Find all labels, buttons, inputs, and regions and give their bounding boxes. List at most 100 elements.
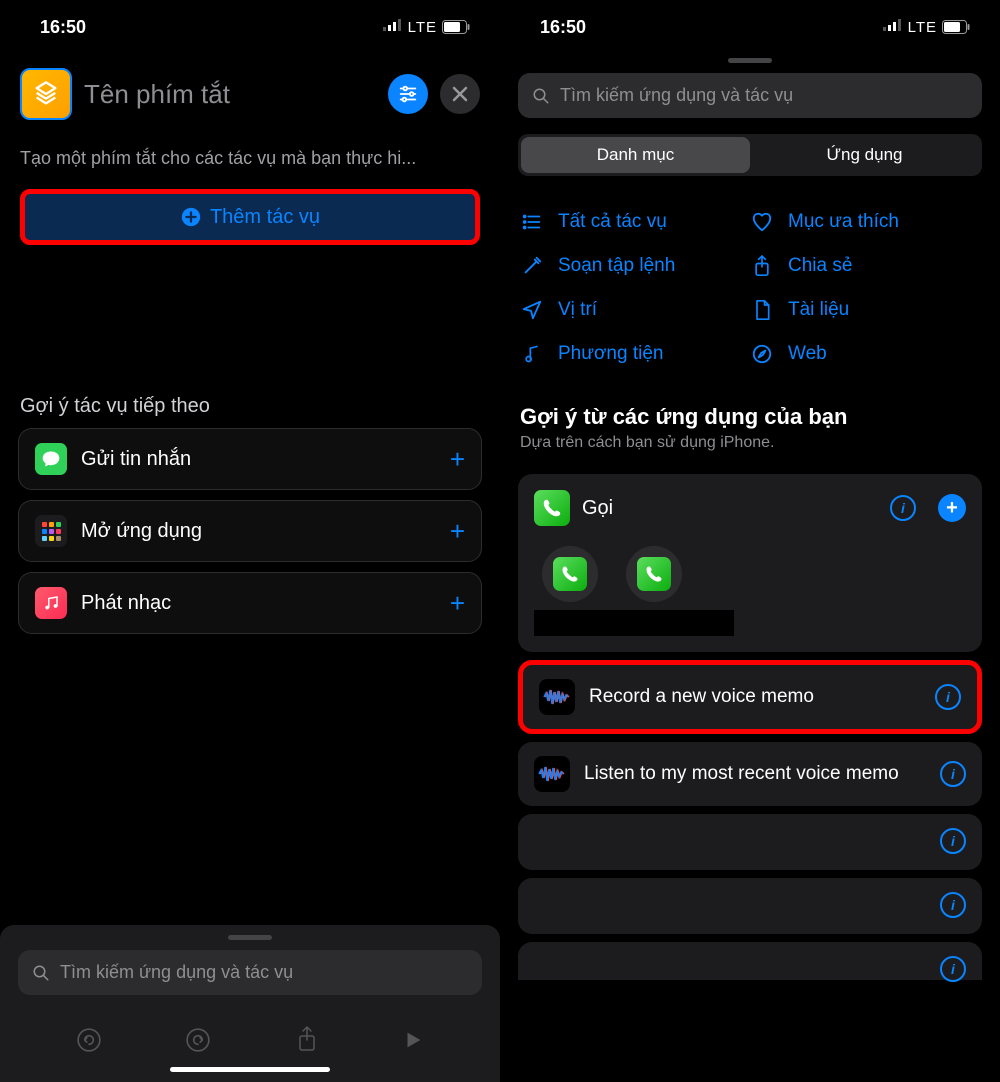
next-actions-title: Gợi ý tác vụ tiếp theo bbox=[0, 395, 500, 418]
call-card-title: Gọi bbox=[582, 497, 878, 520]
info-button[interactable]: i bbox=[935, 684, 961, 710]
contact-bubbles bbox=[534, 526, 966, 602]
close-icon bbox=[452, 86, 468, 102]
phone-app-icon bbox=[534, 490, 570, 526]
list-item[interactable]: i bbox=[518, 878, 982, 934]
suggestion-label: Mở ứng dụng bbox=[81, 520, 436, 543]
voice-memo-listen[interactable]: Listen to my most recent voice memo i bbox=[518, 742, 982, 806]
info-button[interactable]: i bbox=[940, 761, 966, 787]
suggestion-open-app[interactable]: Mở ứng dụng + bbox=[18, 500, 482, 562]
add-icon[interactable]: + bbox=[450, 588, 465, 619]
info-button[interactable]: i bbox=[890, 495, 916, 521]
category-label: Phương tiện bbox=[558, 343, 663, 365]
add-icon[interactable]: + bbox=[450, 516, 465, 547]
info-button[interactable]: i bbox=[940, 892, 966, 918]
sliders-icon bbox=[397, 83, 419, 105]
share-icon bbox=[750, 254, 774, 278]
shortcut-app-icon[interactable] bbox=[20, 68, 72, 120]
info-button[interactable]: i bbox=[940, 828, 966, 854]
screen-right: 16:50 LTE Tìm kiếm ứng dụng và tác vụ Da… bbox=[500, 0, 1000, 1082]
add-icon[interactable]: + bbox=[450, 444, 465, 475]
info-button[interactable]: i bbox=[940, 956, 966, 982]
phone-icon bbox=[637, 557, 671, 591]
add-action-button[interactable]: Thêm tác vụ bbox=[20, 189, 480, 245]
redacted-area bbox=[534, 610, 734, 636]
document-icon bbox=[750, 298, 774, 322]
shortcut-header: Tên phím tắt bbox=[0, 50, 500, 144]
segment-apps[interactable]: Ứng dụng bbox=[750, 137, 979, 173]
search-placeholder: Tìm kiếm ứng dụng và tác vụ bbox=[560, 85, 793, 106]
share-button[interactable] bbox=[295, 1025, 319, 1060]
grabber-handle[interactable] bbox=[728, 58, 772, 63]
network-label: LTE bbox=[908, 19, 937, 36]
category-location[interactable]: Vị trí bbox=[520, 298, 750, 322]
bottom-sheet: Tìm kiếm ứng dụng và tác vụ bbox=[0, 925, 500, 1082]
screen-left: 16:50 LTE Tên phím tắt Tạo một phím tắt … bbox=[0, 0, 500, 1082]
call-card: Gọi i + bbox=[518, 474, 982, 652]
search-placeholder: Tìm kiếm ứng dụng và tác vụ bbox=[60, 962, 293, 983]
category-label: Chia sẻ bbox=[788, 255, 852, 277]
apps-subtitle: Dựa trên cách bạn sử dụng iPhone. bbox=[500, 434, 1000, 466]
description-text: Tạo một phím tắt cho các tác vụ mà bạn t… bbox=[0, 144, 500, 189]
call-card-header[interactable]: Gọi i + bbox=[534, 490, 966, 526]
segment-categories[interactable]: Danh mục bbox=[521, 137, 750, 173]
signal-icon bbox=[383, 18, 403, 36]
list-item[interactable]: i bbox=[518, 814, 982, 870]
category-label: Soạn tập lệnh bbox=[558, 255, 675, 277]
add-action-label: Thêm tác vụ bbox=[210, 206, 320, 229]
battery-icon bbox=[942, 20, 970, 34]
undo-button[interactable] bbox=[76, 1027, 102, 1058]
search-input[interactable]: Tìm kiếm ứng dụng và tác vụ bbox=[18, 950, 482, 995]
shortcut-title-input[interactable]: Tên phím tắt bbox=[84, 79, 376, 110]
category-all-actions[interactable]: Tất cả tác vụ bbox=[520, 210, 750, 234]
category-label: Web bbox=[788, 343, 827, 365]
heart-icon bbox=[750, 210, 774, 234]
plus-circle-icon bbox=[180, 206, 202, 228]
status-icons: LTE bbox=[383, 18, 470, 36]
wand-icon bbox=[520, 254, 544, 278]
home-indicator[interactable] bbox=[170, 1067, 330, 1072]
suggestion-label: Gửi tin nhắn bbox=[81, 448, 436, 471]
category-sharing[interactable]: Chia sẻ bbox=[750, 254, 980, 278]
apps-section-title: Gợi ý từ các ứng dụng của bạn bbox=[500, 384, 1000, 434]
music-icon bbox=[35, 587, 67, 619]
redo-button[interactable] bbox=[185, 1027, 211, 1058]
signal-icon bbox=[883, 18, 903, 36]
play-button[interactable] bbox=[402, 1029, 424, 1056]
category-media[interactable]: Phương tiện bbox=[520, 342, 750, 366]
category-grid: Tất cả tác vụ Mục ưa thích Soạn tập lệnh… bbox=[500, 188, 1000, 384]
safari-icon bbox=[750, 342, 774, 366]
status-time: 16:50 bbox=[40, 17, 86, 38]
status-time: 16:50 bbox=[540, 17, 586, 38]
grabber-handle[interactable] bbox=[228, 935, 272, 940]
search-icon bbox=[32, 964, 50, 982]
suggestion-play-music[interactable]: Phát nhạc + bbox=[18, 572, 482, 634]
contact-bubble[interactable] bbox=[626, 546, 682, 602]
search-input[interactable]: Tìm kiếm ứng dụng và tác vụ bbox=[518, 73, 982, 118]
status-icons: LTE bbox=[883, 18, 970, 36]
messages-icon bbox=[35, 443, 67, 475]
category-web[interactable]: Web bbox=[750, 342, 980, 366]
voice-memo-record[interactable]: Record a new voice memo i bbox=[518, 660, 982, 734]
add-button[interactable]: + bbox=[938, 494, 966, 522]
category-label: Mục ưa thích bbox=[788, 211, 899, 233]
category-documents[interactable]: Tài liệu bbox=[750, 298, 980, 322]
apps-grid-icon bbox=[35, 515, 67, 547]
music-note-icon bbox=[520, 342, 544, 366]
suggestion-send-message[interactable]: Gửi tin nhắn + bbox=[18, 428, 482, 490]
close-button[interactable] bbox=[440, 74, 480, 114]
list-item[interactable]: i bbox=[518, 942, 982, 980]
voice-memo-label: Record a new voice memo bbox=[589, 685, 921, 710]
voice-memo-icon bbox=[539, 679, 575, 715]
category-label: Tài liệu bbox=[788, 299, 849, 321]
segmented-control: Danh mục Ứng dụng bbox=[518, 134, 982, 176]
category-label: Tất cả tác vụ bbox=[558, 211, 667, 233]
location-icon bbox=[520, 298, 544, 322]
battery-icon bbox=[442, 20, 470, 34]
category-scripting[interactable]: Soạn tập lệnh bbox=[520, 254, 750, 278]
category-label: Vị trí bbox=[558, 299, 597, 321]
category-favorites[interactable]: Mục ưa thích bbox=[750, 210, 980, 234]
status-bar: 16:50 LTE bbox=[0, 0, 500, 50]
contact-bubble[interactable] bbox=[542, 546, 598, 602]
settings-button[interactable] bbox=[388, 74, 428, 114]
